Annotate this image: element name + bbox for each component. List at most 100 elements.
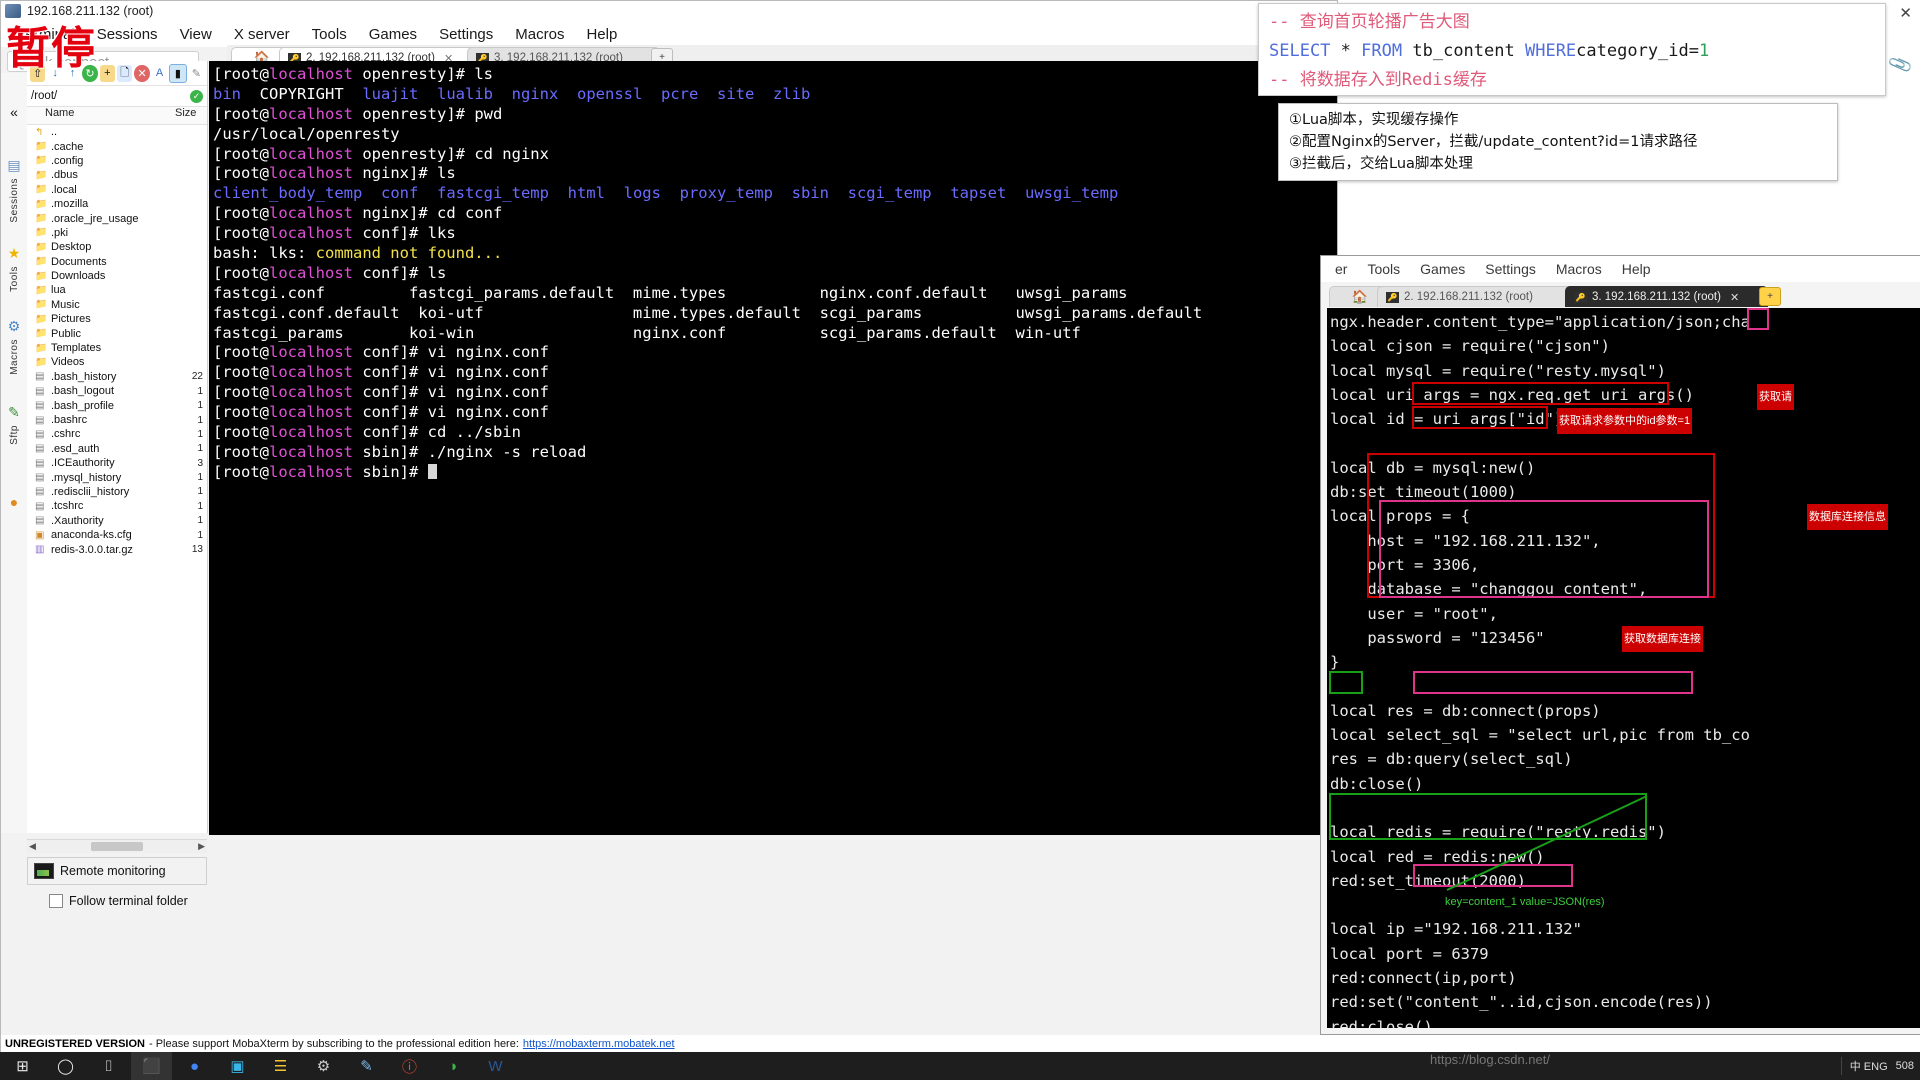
file-row[interactable]: ▤ .bash_history 22 (27, 370, 207, 384)
scroll-thumb[interactable] (91, 842, 143, 851)
file-row[interactable]: 📁 .cache (27, 139, 207, 153)
explorer-task[interactable]: ☰ (260, 1052, 301, 1080)
file-row[interactable]: 📁 lua (27, 283, 207, 297)
new-tab-button-2[interactable]: + (1759, 287, 1781, 306)
sftp-file-tree[interactable]: ↰.. 📁 .cache 📁 .config 📁 .dbus 📁 .local 📁 .mozilla… (27, 125, 207, 765)
file-row[interactable]: 📁 Templates (27, 341, 207, 355)
main-menubar: Terminal Sessions View X server Tools Ga… (1, 21, 1337, 47)
file-row[interactable]: ▤ .ICEauthority 3 (27, 456, 207, 470)
file-row[interactable]: ▤ .bashrc 1 (27, 413, 207, 427)
edit-icon[interactable]: ✎ (189, 65, 204, 82)
tab2-session-2[interactable]: 🔑 2. 192.168.211.132 (root) (1377, 286, 1575, 307)
close-icon[interactable]: ✕ (1730, 291, 1739, 304)
file-row[interactable]: 📁 Documents (27, 255, 207, 269)
follow-terminal-checkbox[interactable] (49, 894, 63, 908)
menu2-help[interactable]: Help (1612, 258, 1661, 280)
file-row[interactable]: ▤ .bash_logout 1 (27, 384, 207, 398)
menu2-partial[interactable]: er (1325, 258, 1357, 280)
menu-sessions[interactable]: Sessions (86, 23, 169, 46)
file-row[interactable]: 📁 Videos (27, 355, 207, 369)
rail-collapse[interactable]: « (1, 73, 27, 151)
sftp-hscrollbar[interactable]: ◀ ▶ (27, 839, 207, 853)
scroll-left-icon[interactable]: ◀ (29, 841, 36, 852)
new-file-icon[interactable]: 🗋 (117, 64, 133, 82)
file-row[interactable]: ▤ .Xauthority 1 (27, 514, 207, 528)
terminal-span: localhost (269, 204, 353, 223)
file-row[interactable]: 📁 Pictures (27, 312, 207, 326)
file-row[interactable]: ▣ anaconda-ks.cfg 1 (27, 528, 207, 542)
terminal-span: [root@ (213, 423, 269, 442)
file-row[interactable]: 📁 .dbus (27, 168, 207, 182)
file-row[interactable]: ↰.. (27, 125, 207, 139)
terminal-span (418, 85, 437, 103)
follow-terminal-folder-row[interactable]: Follow terminal folder (27, 889, 207, 913)
terminal-span: client_body_temp (213, 184, 363, 203)
menu-help[interactable]: Help (575, 23, 628, 46)
word-task[interactable]: W (475, 1052, 516, 1080)
cortana-search[interactable]: ◯ (45, 1052, 86, 1080)
menu-xserver[interactable]: X server (223, 23, 301, 46)
file-name: .mozilla (51, 198, 89, 211)
mobaxterm-link[interactable]: https://mobaxterm.mobatek.net (523, 1038, 675, 1050)
delete-icon[interactable]: ✕ (134, 64, 150, 82)
file-row[interactable]: ▤ .bash_profile 1 (27, 398, 207, 412)
mobaxterm-task[interactable]: ⬛ (131, 1052, 172, 1080)
file-row[interactable]: 📁 .local (27, 183, 207, 197)
file-row[interactable]: 📁 .pki (27, 226, 207, 240)
menu2-games[interactable]: Games (1410, 258, 1475, 280)
text-mode-icon[interactable]: A (152, 65, 167, 82)
rail-item-sftp[interactable]: ✎ Sftp (1, 385, 27, 463)
settings-task[interactable]: ⚙ (303, 1052, 344, 1080)
file-row[interactable]: 📁 Desktop (27, 240, 207, 254)
terminal-main[interactable]: [root@localhost openresty]# ls bin COPYRI… (209, 61, 1337, 835)
file-row[interactable]: 📁 .config (27, 154, 207, 168)
navicat-task[interactable]: ◑ (432, 1052, 473, 1080)
tray-time[interactable]: 508 (1896, 1060, 1914, 1072)
terminal-span: zlib (773, 84, 811, 103)
remote-monitoring-button[interactable]: Remote monitoring (27, 857, 207, 885)
idea-task[interactable]: ⓘ (389, 1052, 430, 1080)
sftp-path[interactable]: /root/ (31, 90, 57, 102)
photos-task[interactable]: ▣ (217, 1052, 258, 1080)
rail-item-globe[interactable]: ● (1, 463, 27, 541)
file-row[interactable]: ▤ .cshrc 1 (27, 427, 207, 441)
menu-games[interactable]: Games (358, 23, 428, 46)
file-row[interactable]: 📁 Music (27, 298, 207, 312)
file-row[interactable]: ▤ .redisclii_history 1 (27, 485, 207, 499)
terminal-right[interactable]: ngx.header.content_type="application/jso… (1327, 308, 1920, 1028)
start-button[interactable]: ⊞ (2, 1052, 43, 1080)
usb-icon[interactable]: ▮ (169, 63, 187, 83)
file-row[interactable]: ▥ redis-3.0.0.tar.gz 13 (27, 542, 207, 556)
file-row[interactable]: 📁 Downloads (27, 269, 207, 283)
menu2-tools[interactable]: Tools (1357, 258, 1410, 280)
menu2-settings[interactable]: Settings (1475, 258, 1546, 280)
file-row[interactable]: 📁 .mozilla (27, 197, 207, 211)
menu2-macros[interactable]: Macros (1546, 258, 1612, 280)
menu-macros[interactable]: Macros (504, 23, 575, 46)
close-icon[interactable]: ✕ (1899, 4, 1912, 22)
menu-settings[interactable]: Settings (428, 23, 504, 46)
paperclip-icon[interactable]: 📎 (1887, 51, 1915, 78)
file-row[interactable]: ▤ .esd_auth 1 (27, 442, 207, 456)
editor-task[interactable]: ✎ (346, 1052, 387, 1080)
column-size[interactable]: Size (175, 107, 207, 124)
file-row[interactable]: 📁 Public (27, 326, 207, 340)
file-row[interactable]: ▤ .mysql_history 1 (27, 470, 207, 484)
rail-item-sessions[interactable]: ▤ Sessions (1, 151, 27, 229)
sql-overlay-card: -- 查询首页轮播广告大图 SELECT * FROM tb_content W… (1258, 3, 1886, 96)
menu-tools[interactable]: Tools (301, 23, 358, 46)
chrome-task[interactable]: ● (174, 1052, 215, 1080)
terminal-span: [root@ (213, 224, 269, 243)
tab2-session-3[interactable]: 🔑 3. 192.168.211.132 (root) ✕ (1565, 286, 1768, 307)
new-folder-icon[interactable]: + (99, 64, 116, 82)
menu-view[interactable]: View (169, 23, 223, 46)
rail-item-tools[interactable]: ★ Tools (1, 229, 27, 307)
archive-icon: ▥ (35, 544, 45, 556)
column-name[interactable]: Name (27, 107, 175, 124)
tray-language[interactable]: 中 ENG (1850, 1058, 1888, 1074)
scroll-right-icon[interactable]: ▶ (198, 841, 205, 852)
rail-item-macros[interactable]: ⚙ Macros (1, 307, 27, 385)
task-view[interactable]: ⌷ (88, 1052, 129, 1080)
file-row[interactable]: 📁 .oracle_jre_usage (27, 211, 207, 225)
file-row[interactable]: ▤ .tcshrc 1 (27, 499, 207, 513)
